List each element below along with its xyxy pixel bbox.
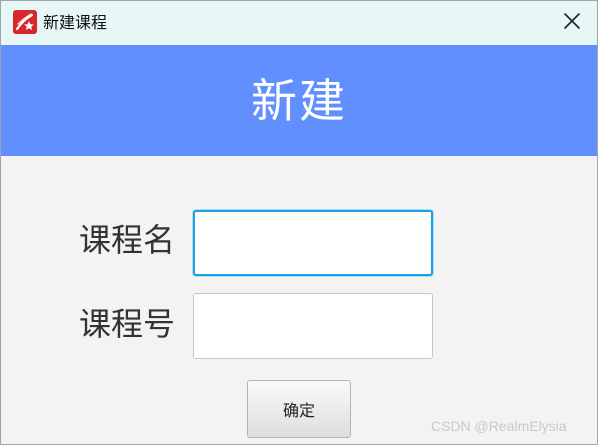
dialog-window: 新建课程 新建 课程名 课程号 确定 CSDN @RealmElysia	[0, 0, 598, 445]
course-name-label: 课程名	[79, 221, 176, 259]
app-logo-icon	[13, 10, 37, 34]
close-button[interactable]	[555, 7, 589, 39]
course-code-input[interactable]	[193, 293, 433, 359]
confirm-button[interactable]: 确定	[247, 380, 351, 438]
course-name-input[interactable]	[193, 210, 433, 276]
header-banner: 新建	[1, 45, 597, 156]
banner-title: 新建	[251, 73, 347, 128]
title-bar[interactable]: 新建课程	[1, 1, 597, 45]
course-code-label: 课程号	[79, 305, 176, 343]
watermark-text: CSDN @RealmElysia	[431, 418, 567, 434]
window-title: 新建课程	[43, 13, 108, 32]
close-icon	[563, 12, 581, 34]
